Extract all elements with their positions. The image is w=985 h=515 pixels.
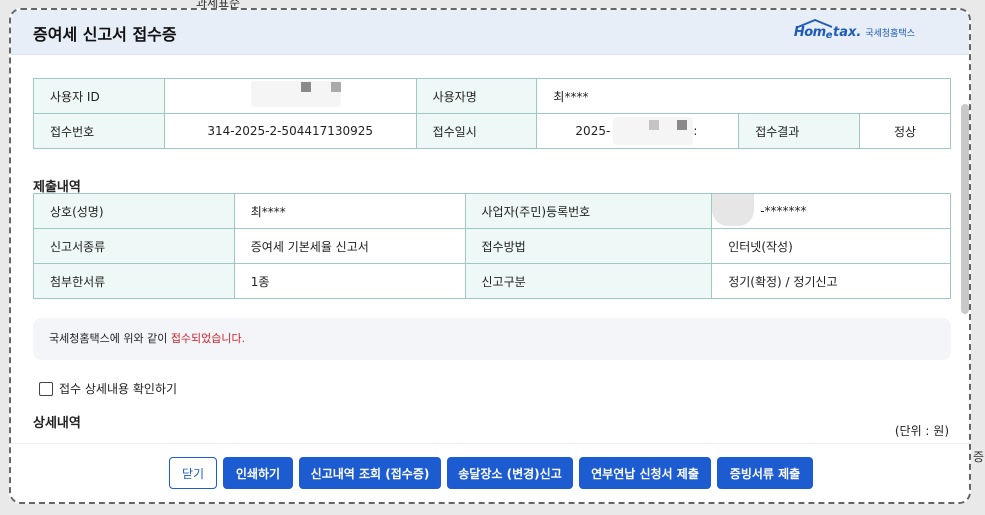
receipt-info-table: 사용자 ID 사용자명 최**** 접수번호 314-2025-2-504417… [33,78,951,149]
receipt-method-label: 접수방법 [464,228,713,264]
delivery-address-button[interactable]: 송달장소 (변경)신고 [447,457,573,489]
modal-content: 사용자 ID 사용자명 최**** 접수번호 314-2025-2-504417… [11,54,969,446]
submission-table: 상호(성명) 최**** 사업자(주민)등록번호 -******* 신고서종류 … [33,193,951,299]
scrollbar[interactable] [961,104,969,314]
table-row: 첨부한서류 1종 신고구분 정기(확정) / 정기신고 [33,263,951,299]
report-lookup-button[interactable]: 신고내역 조회 (접수증) [299,457,441,489]
receipt-result-value: 정상 [859,113,951,149]
business-name-label: 상호(성명) [33,193,235,229]
user-id-label: 사용자 ID [33,78,165,114]
table-row: 신고서종류 증여세 기본세율 신고서 접수방법 인터넷(작성) [33,228,951,264]
evidence-submit-button[interactable]: 증빙서류 제출 [717,457,813,489]
detail-check-row[interactable]: 접수 상세내용 확인하기 [39,380,177,397]
user-id-value [163,78,417,114]
modal-title: 증여세 신고서 접수증 [33,25,177,44]
receipt-result-label: 접수결과 [738,113,861,149]
detail-checkbox[interactable] [39,381,53,396]
user-name-value: 최**** [536,78,951,114]
form-type-value: 증여세 기본세율 신고서 [233,228,466,264]
user-name-label: 사용자명 [415,78,538,114]
registration-no-value: -******* [711,193,951,229]
table-row: 사용자 ID 사용자명 최**** [33,78,951,114]
receipt-date-label: 접수일시 [415,113,538,149]
background-right-text: 증 [973,450,985,464]
receipt-no-value: 314-2025-2-504417130925 [163,113,417,149]
table-row: 상호(성명) 최**** 사업자(주민)등록번호 -******* [33,193,951,229]
report-category-value: 정기(확정) / 정기신고 [711,263,951,299]
attachments-value: 1종 [233,263,466,299]
installment-request-button[interactable]: 연부연납 신청서 제출 [579,457,711,489]
close-button[interactable]: 닫기 [169,457,217,489]
attachments-label: 첨부한서류 [33,263,235,299]
unit-label: (단위 : 원) [894,424,949,438]
roof-icon [797,19,833,28]
receipt-method-value: 인터넷(작성) [711,228,951,264]
modal-header: 증여세 신고서 접수증 Hom e tax. 국세청홈택스 [11,10,969,55]
hometax-logo: Hom e tax. 국세청홈택스 [794,19,915,42]
report-category-label: 신고구분 [464,263,713,299]
receipt-modal: 증여세 신고서 접수증 Hom e tax. 국세청홈택스 사용자 ID 사용자… [9,8,971,504]
notice-box: 국세청홈택스에 위와 같이 접수되었습니다. [33,318,951,360]
detail-title: 상세내역 [33,416,81,431]
receipt-no-label: 접수번호 [33,113,165,149]
form-type-label: 신고서종류 [33,228,235,264]
registration-no-label: 사업자(주민)등록번호 [464,193,713,229]
table-row: 접수번호 314-2025-2-504417130925 접수일시 2025- … [33,113,951,149]
receipt-date-value: 2025- : [536,113,740,149]
print-button[interactable]: 인쇄하기 [223,457,293,489]
button-bar: 닫기 인쇄하기 신고내역 조회 (접수증) 송달장소 (변경)신고 연부연납 신… [11,443,969,502]
business-name-value: 최**** [233,193,466,229]
detail-check-label[interactable]: 접수 상세내용 확인하기 [59,380,177,397]
